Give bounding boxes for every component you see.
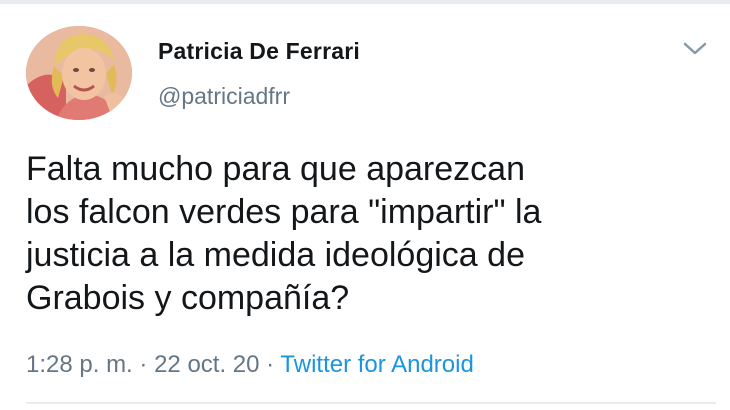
tweet-time[interactable]: 1:28 p. m.	[26, 351, 133, 378]
tweet-metadata: 1:28 p. m. · 22 oct. 20 · Twitter for An…	[26, 350, 474, 380]
tweet-card: Patricia De Ferrari @patriciadfrr Falta …	[0, 0, 730, 410]
chevron-down-icon	[683, 42, 707, 55]
bottom-divider	[26, 402, 716, 404]
meta-separator: ·	[266, 351, 275, 378]
profile-photo-icon	[26, 26, 132, 120]
more-options-button[interactable]	[682, 40, 708, 58]
avatar[interactable]	[26, 26, 132, 120]
author-name[interactable]: Patricia De Ferrari	[158, 36, 360, 66]
tweet-source-link[interactable]: Twitter for Android	[280, 351, 473, 378]
meta-separator: ·	[139, 351, 148, 378]
top-divider	[0, 0, 730, 4]
tweet-date[interactable]: 22 oct. 20	[154, 351, 259, 378]
tweet-header: Patricia De Ferrari @patriciadfrr	[158, 36, 360, 110]
tweet-text: Falta mucho para que aparezcan los falco…	[26, 150, 542, 317]
author-handle[interactable]: @patriciadfrr	[158, 82, 360, 110]
